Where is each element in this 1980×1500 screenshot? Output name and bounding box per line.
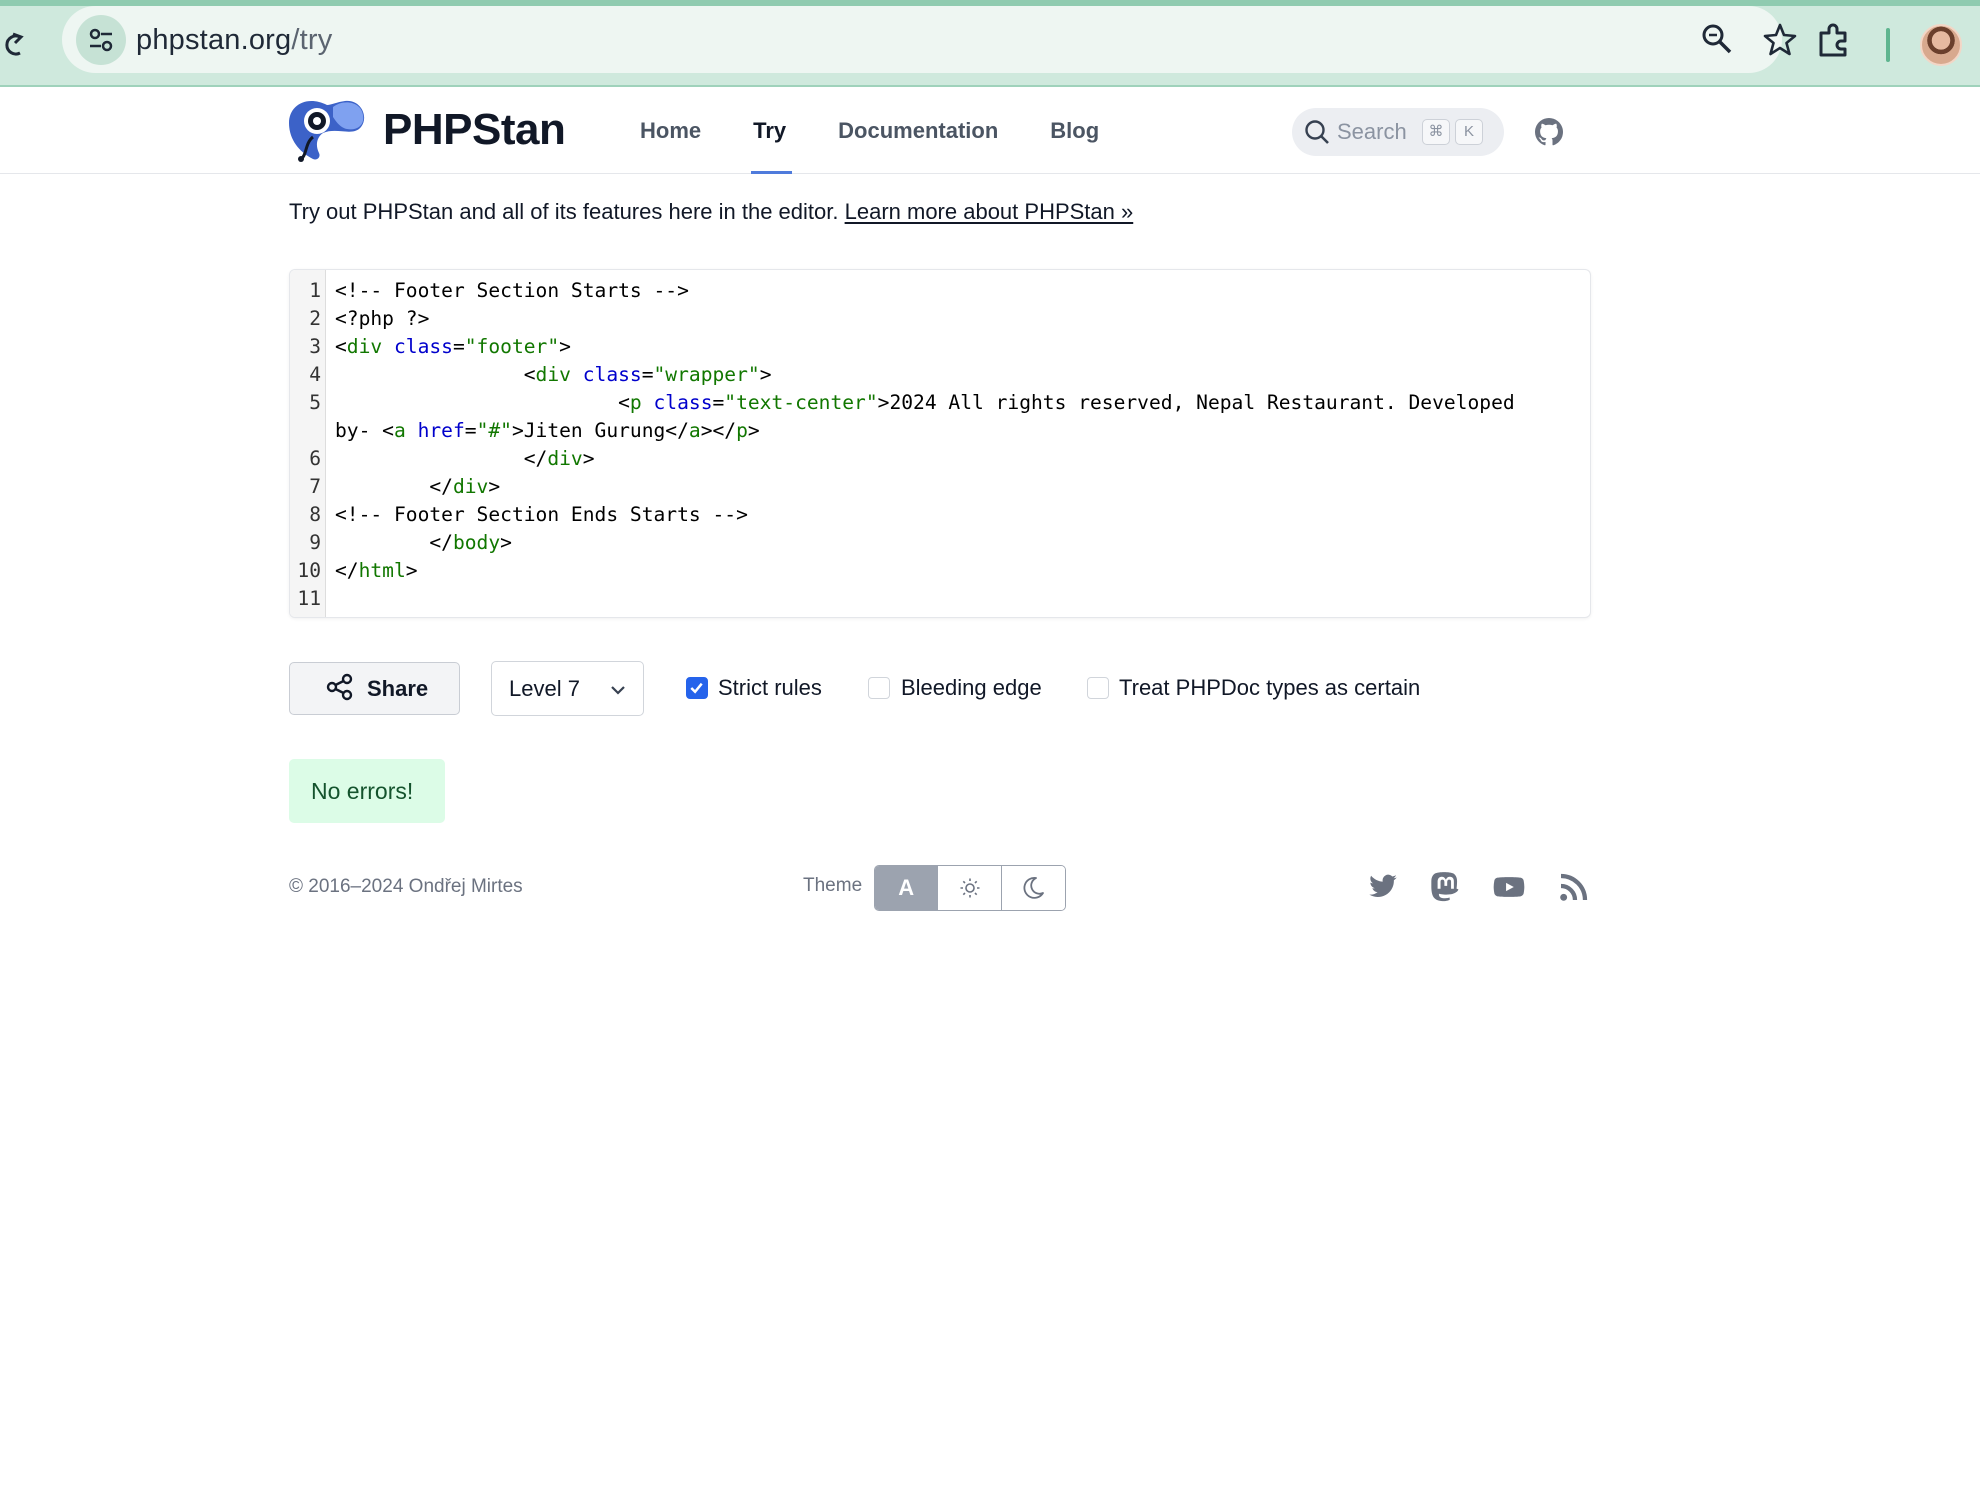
- intro-sentence: Try out PHPStan and all of its features …: [289, 199, 845, 224]
- code-content[interactable]: 1 <!-- Footer Section Starts --> 2 <?php ?…: [290, 277, 1590, 613]
- url-text[interactable]: phpstan.org/try: [136, 23, 332, 57]
- url-path: /try: [291, 24, 333, 56]
- code-line: 2 <?php ?>: [290, 305, 1590, 333]
- nav-home[interactable]: Home: [640, 87, 701, 174]
- code-line: 4 <div class="wrapper">: [290, 361, 1590, 389]
- line-number: 4: [309, 363, 321, 386]
- line-number: 7: [309, 475, 321, 498]
- code-line: 10 </html>: [290, 557, 1590, 585]
- rss-icon[interactable]: [1557, 871, 1589, 910]
- youtube-icon[interactable]: [1492, 871, 1526, 908]
- shortcut-cmd-key: ⌘: [1422, 119, 1450, 145]
- site-info-icon[interactable]: [76, 15, 126, 65]
- browser-toolbar: phpstan.org/try: [0, 0, 1980, 87]
- line-number: 3: [309, 335, 321, 358]
- line-number: 6: [309, 447, 321, 470]
- toolbar-separator: [1886, 28, 1890, 62]
- nav-blog[interactable]: Blog: [1050, 87, 1099, 174]
- code-line: 1 <!-- Footer Section Starts -->: [290, 277, 1590, 305]
- code-line: 5 <p class="text-center">2024 All rights…: [290, 389, 1590, 445]
- level-select[interactable]: Level 7: [491, 661, 644, 716]
- code-line: 9 </body>: [290, 529, 1590, 557]
- nav-try[interactable]: Try: [751, 87, 793, 174]
- learn-more-link[interactable]: Learn more about PHPStan »: [845, 199, 1134, 224]
- theme-dark-button[interactable]: [1001, 866, 1065, 910]
- profile-avatar[interactable]: [1920, 24, 1962, 66]
- reload-icon[interactable]: [0, 26, 24, 64]
- theme-auto-button[interactable]: A: [875, 866, 939, 910]
- moon-icon: [1023, 877, 1045, 899]
- result-text: No errors!: [311, 778, 414, 804]
- shortcut-k-key: K: [1455, 119, 1483, 145]
- code-line: 7 </div>: [290, 473, 1590, 501]
- line-number: 10: [297, 559, 321, 582]
- level-value: Level 7: [509, 676, 580, 701]
- site-header: PHPStan Home Try Documentation Blog Sear…: [0, 87, 1980, 174]
- line-number: 2: [309, 307, 321, 330]
- mastodon-icon[interactable]: [1430, 871, 1462, 908]
- intro-text: Try out PHPStan and all of its features …: [289, 198, 1133, 226]
- copyright-text: © 2016–2024 Ondřej Mirtes: [289, 876, 523, 897]
- share-icon: [326, 673, 354, 704]
- code-line: 6 </div>: [290, 445, 1590, 473]
- extensions-icon[interactable]: [1816, 23, 1852, 64]
- search-button[interactable]: Search ⌘ K: [1292, 108, 1504, 156]
- share-button[interactable]: Share: [289, 662, 460, 715]
- address-bar[interactable]: phpstan.org/try: [62, 6, 1797, 73]
- line-number: 11: [297, 587, 321, 610]
- phpdoc-types-checkbox[interactable]: [1087, 677, 1109, 699]
- code-line: 11: [290, 585, 1590, 613]
- bleeding-edge-checkbox[interactable]: [868, 677, 890, 699]
- bleeding-edge-label[interactable]: Bleeding edge: [901, 674, 1042, 702]
- twitter-icon[interactable]: [1368, 871, 1398, 906]
- logo-text[interactable]: PHPStan: [383, 106, 566, 154]
- strict-rules-label[interactable]: Strict rules: [718, 674, 822, 702]
- phpdoc-types-label[interactable]: Treat PHPDoc types as certain: [1119, 674, 1420, 702]
- github-icon[interactable]: [1535, 118, 1563, 151]
- theme-switcher: A: [874, 865, 1066, 911]
- code-line: 3 <div class="footer">: [290, 333, 1590, 361]
- sun-icon: [960, 878, 980, 898]
- url-host: phpstan.org: [136, 24, 292, 56]
- theme-light-button[interactable]: [938, 866, 1002, 910]
- main-nav: Home Try Documentation Blog: [640, 87, 1151, 174]
- nav-documentation[interactable]: Documentation: [838, 87, 998, 174]
- theme-label: Theme: [803, 875, 863, 896]
- search-placeholder: Search: [1337, 119, 1407, 144]
- line-number: 8: [309, 503, 321, 526]
- line-number: 5: [309, 391, 321, 414]
- chevron-down-icon: [609, 681, 627, 704]
- search-icon: [1304, 119, 1330, 150]
- strict-rules-checkbox[interactable]: [686, 677, 708, 699]
- line-number: 1: [309, 279, 321, 302]
- line-number: 9: [309, 531, 321, 554]
- code-line: 8 <!-- Footer Section Ends Starts -->: [290, 501, 1590, 529]
- result-banner: No errors!: [289, 759, 445, 823]
- zoom-icon[interactable]: [1700, 22, 1734, 61]
- phpstan-logo-icon[interactable]: [287, 97, 367, 163]
- bookmark-star-icon[interactable]: [1762, 21, 1798, 62]
- code-editor[interactable]: 1 <!-- Footer Section Starts --> 2 <?php ?…: [289, 269, 1591, 618]
- share-label: Share: [367, 675, 429, 701]
